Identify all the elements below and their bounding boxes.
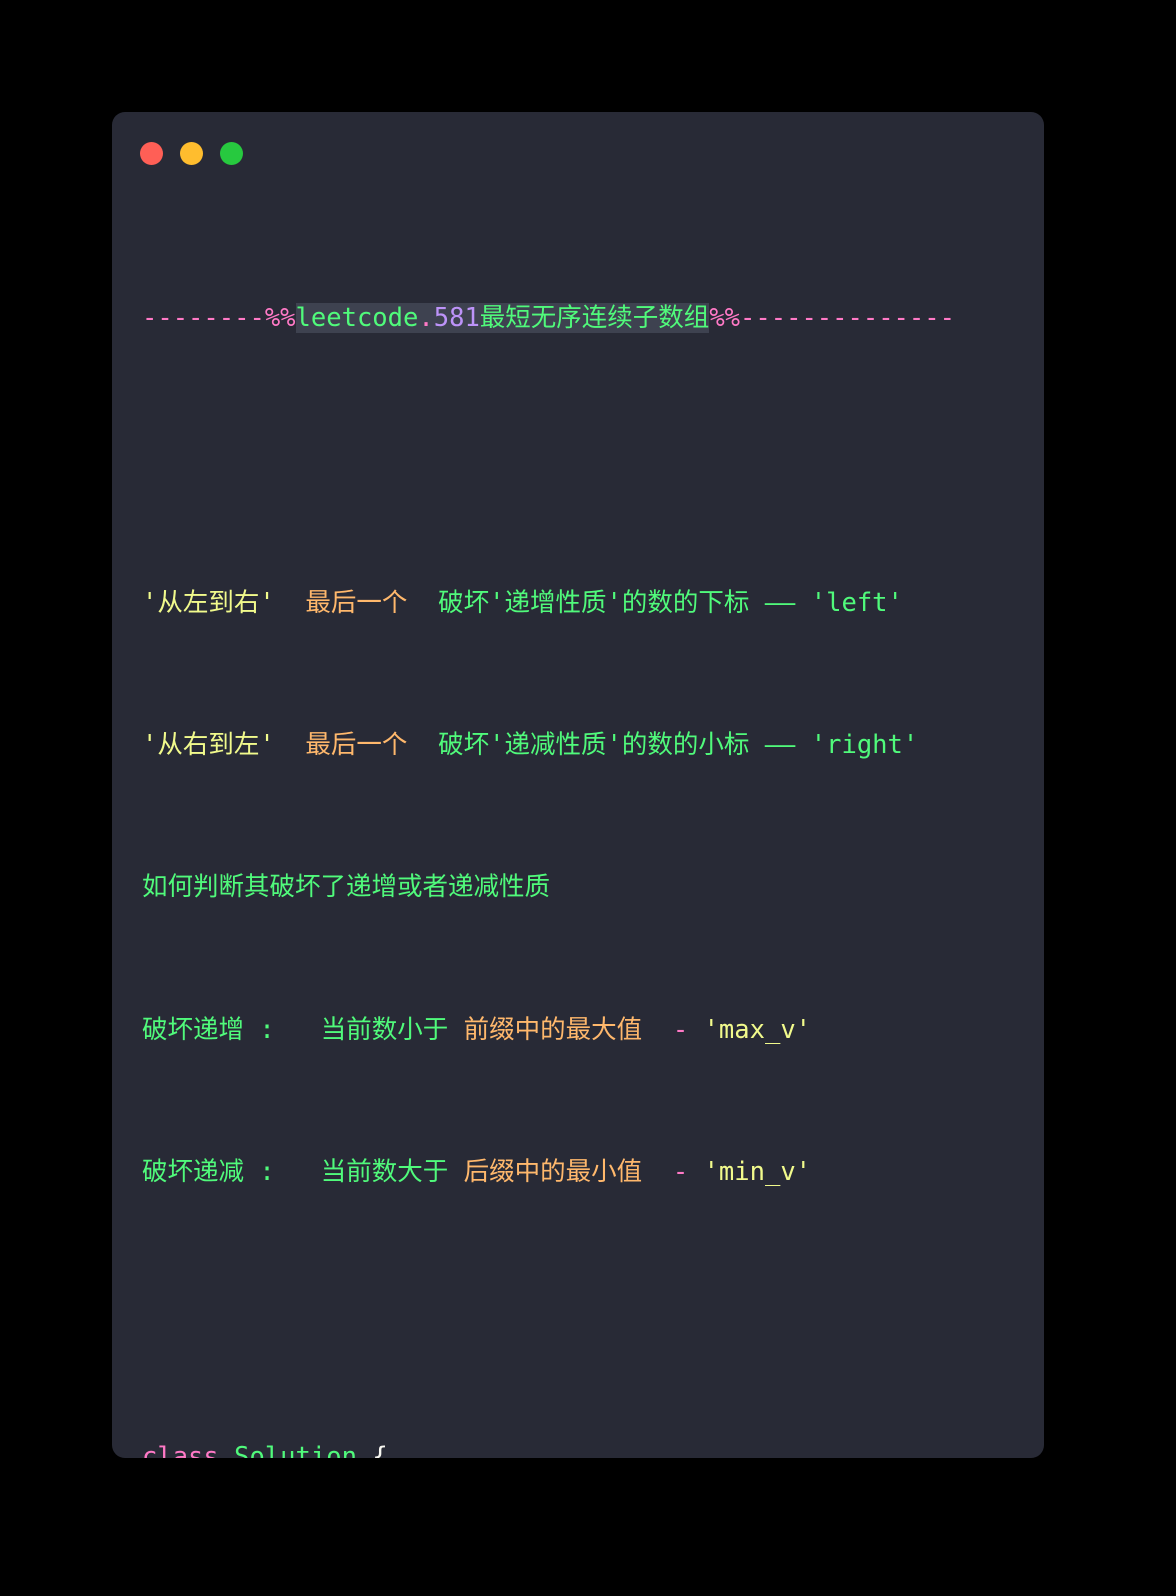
note-line-2: '从右到左' 最后一个 破坏'递减性质'的数的小标 —— 'right' (142, 728, 1044, 764)
note5-dash: - (642, 1157, 704, 1188)
brace-open: { (372, 1441, 388, 1458)
screenshot-root: --------%%leetcode.581最短无序连续子数组%%-------… (0, 0, 1176, 1596)
note3-text: 如何判断其破坏了递增或者递减性质 (142, 872, 551, 903)
note5-lead: 破坏递减 : 当前数大于 (142, 1157, 464, 1188)
note-line-4: 破坏递增 : 当前数小于 前缀中的最大值 - 'max_v' (142, 1013, 1044, 1049)
title-trail-dashes: -------------- (740, 302, 955, 333)
minimize-button-icon[interactable] (180, 141, 203, 165)
class-name: Solution (234, 1441, 357, 1458)
kw-class: class (142, 1441, 219, 1458)
note4-lead: 破坏递增 : 当前数小于 (142, 1014, 464, 1045)
maximize-button-icon[interactable] (220, 141, 243, 165)
title-comment-line: --------%%leetcode.581最短无序连续子数组%%-------… (142, 301, 1044, 337)
close-button-icon[interactable] (140, 141, 163, 165)
note5-var: 'min_v' (703, 1157, 812, 1188)
note2-direction: '从右到左' (142, 729, 275, 760)
note-line-3: 如何判断其破坏了递增或者递减性质 (142, 870, 1044, 906)
note1-rest: 破坏'递增性质'的数的下标 —— 'left' (407, 587, 903, 618)
note4-dash: - (642, 1014, 704, 1045)
note5-emphasis: 后缀中的最小值 (463, 1157, 643, 1188)
title-name-en: leetcode (295, 302, 419, 333)
title-number: 581 (433, 302, 480, 333)
title-lead-dashes: -------- (142, 302, 265, 333)
note2-rest: 破坏'递减性质'的数的小标 —— 'right' (407, 729, 919, 760)
code-content[interactable]: --------%%leetcode.581最短无序连续子数组%%-------… (112, 194, 1044, 1458)
title-percent-close: %% (709, 302, 741, 333)
title-dot: . (418, 302, 434, 333)
note2-last-one: 最后一个 (274, 729, 408, 760)
note1-direction: '从左到右' (142, 587, 275, 618)
note-line-5: 破坏递减 : 当前数大于 后缀中的最小值 - 'min_v' (142, 1155, 1044, 1191)
code-window: --------%%leetcode.581最短无序连续子数组%%-------… (112, 112, 1044, 1458)
note1-last-one: 最后一个 (274, 587, 408, 618)
note4-emphasis: 前缀中的最大值 (463, 1014, 643, 1045)
title-name-cn: 最短无序连续子数组 (479, 302, 710, 333)
code-line-class: class Solution { (142, 1440, 1044, 1458)
title-percent-open: %% (264, 302, 296, 333)
note-line-1: '从左到右' 最后一个 破坏'递增性质'的数的下标 —— 'left' (142, 586, 1044, 622)
note4-var: 'max_v' (703, 1014, 812, 1045)
window-titlebar (112, 112, 1044, 194)
